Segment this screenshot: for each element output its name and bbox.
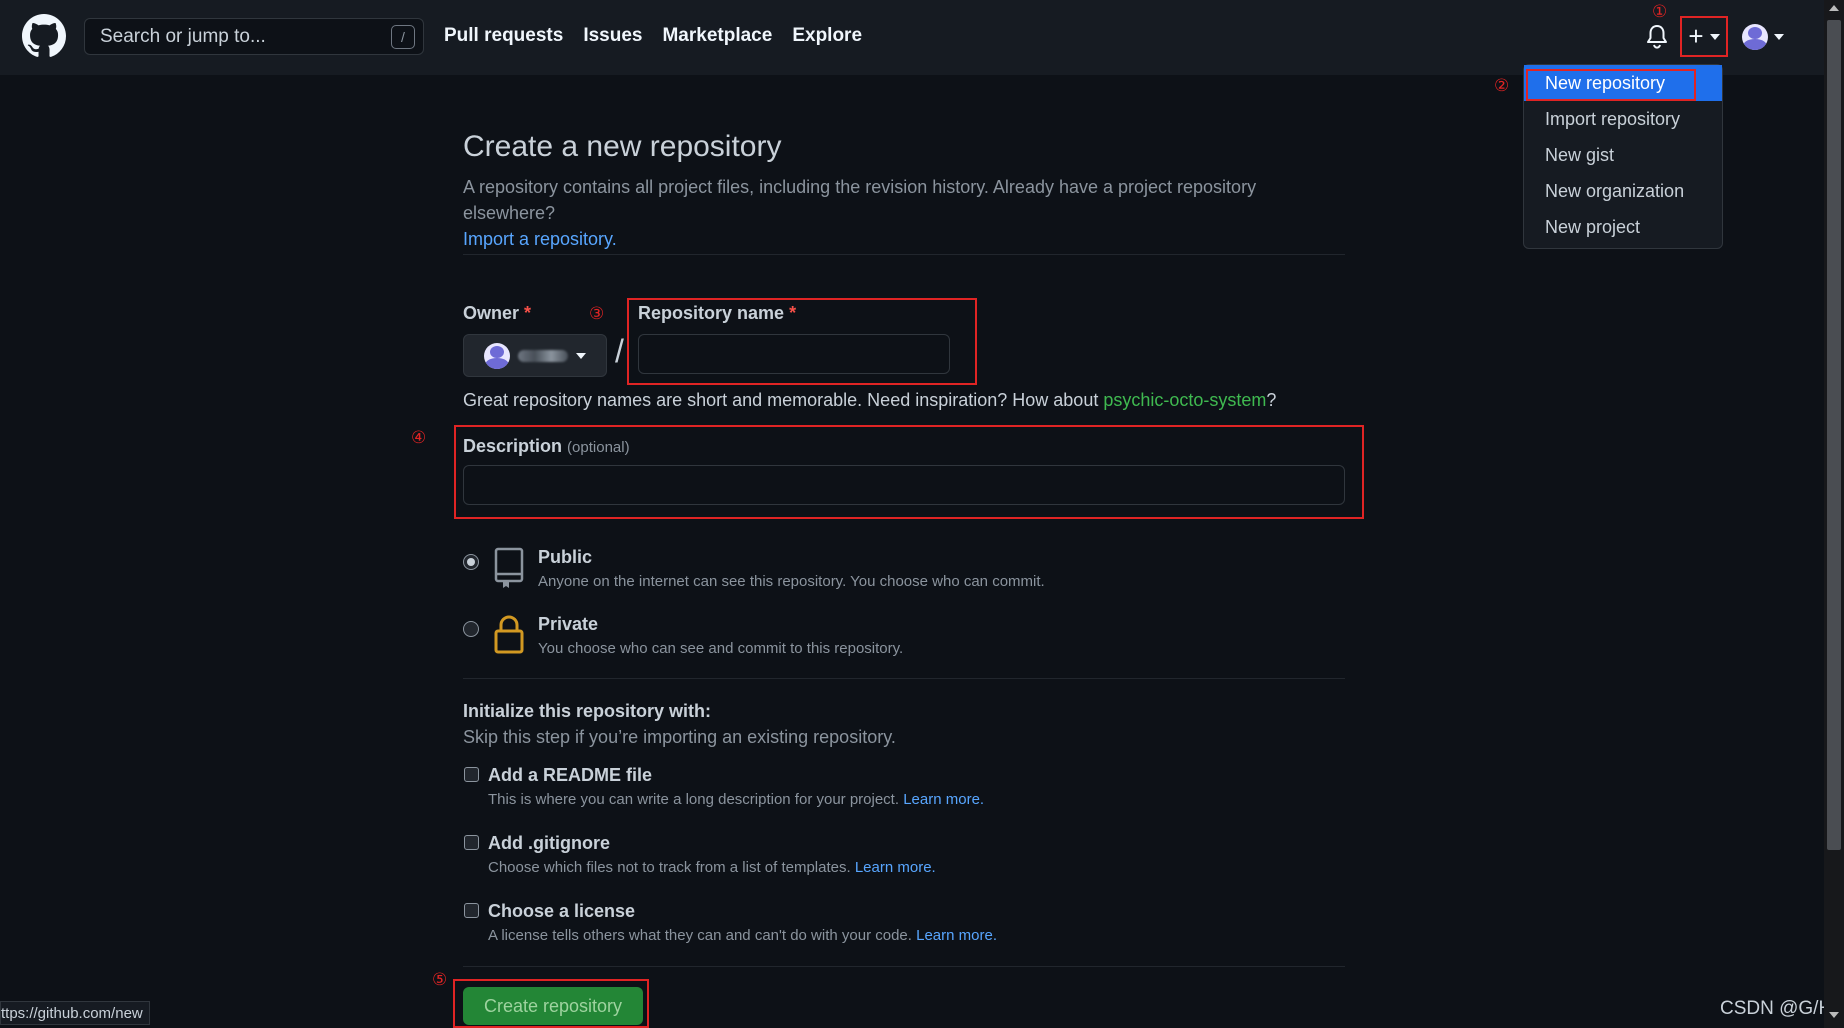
chevron-down-icon [1709,33,1720,40]
import-repository-link[interactable]: Import a repository. [463,229,617,249]
annotation-marker-2: ② [1494,76,1510,96]
annotation-highlight-box [1526,69,1696,101]
annotation-marker-1: ① [1652,2,1668,22]
license-desc: A license tells others what they can and… [488,927,997,944]
annotation-marker-5: ⑤ [432,970,448,990]
page-subtitle: A repository contains all project files,… [463,174,1345,252]
page-scrollbar[interactable] [1824,0,1844,1028]
avatar [1742,24,1768,50]
init-title: Initialize this repository with: [463,701,712,721]
menu-item-new-project[interactable]: New project [1524,209,1722,245]
license-learn-more-link[interactable]: Learn more. [916,927,997,944]
annotation-marker-3: ③ [589,304,605,324]
visibility-public-title: Public [538,547,593,567]
readme-desc: This is where you can write a long descr… [488,791,984,808]
menu-item-import-repository[interactable]: Import repository [1524,101,1722,137]
annotation-marker-4: ④ [411,428,427,448]
gitignore-title: Add .gitignore [488,833,610,853]
repo-icon [494,547,524,588]
nav-pull-requests[interactable]: Pull requests [444,25,563,47]
nav-explore[interactable]: Explore [792,25,862,47]
owner-repo-separator: / [615,333,624,369]
chevron-down-icon [1774,34,1784,40]
divider [463,678,1345,679]
owner-label: Owner * [463,303,531,324]
visibility-private-radio[interactable] [463,621,479,637]
owner-label-text: Owner [463,303,520,323]
nav-issues[interactable]: Issues [583,25,642,47]
menu-item-new-organization[interactable]: New organization [1524,173,1722,209]
notifications-bell-icon[interactable] [1645,24,1669,50]
divider [463,254,1345,255]
search-placeholder: Search or jump to... [100,25,266,47]
chevron-down-icon [576,352,586,359]
init-subtitle: Skip this step if you’re importing an ex… [463,727,896,747]
main-nav: Pull requests Issues Marketplace Explore [444,25,862,47]
visibility-private-title: Private [538,614,599,634]
owner-avatar [484,342,510,369]
visibility-private-desc: You choose who can see and commit to thi… [538,640,904,657]
license-title: Choose a license [488,901,636,921]
page-title: Create a new repository [463,130,782,163]
menu-item-new-gist[interactable]: New gist [1524,137,1722,173]
annotation-highlight-box [453,979,649,1028]
create-new-button[interactable]: + [1680,16,1728,57]
scroll-down-arrow-icon[interactable] [1829,1012,1839,1018]
scroll-up-arrow-icon[interactable] [1829,5,1839,11]
hint-suffix: ? [1266,390,1277,410]
lock-icon [494,615,524,654]
readme-title: Add a README file [488,765,653,785]
name-suggestion-link[interactable]: psychic-octo-system [1103,390,1266,410]
hint-text: Great repository names are short and mem… [463,390,1104,410]
annotation-highlight-box [627,298,977,385]
readme-desc-text: This is where you can write a long descr… [488,791,900,808]
gitignore-checkbox[interactable] [464,835,479,850]
nav-marketplace[interactable]: Marketplace [662,25,772,47]
visibility-public-desc: Anyone on the internet can see this repo… [538,573,1045,590]
plus-icon: + [1688,21,1704,51]
license-checkbox[interactable] [464,903,479,918]
license-desc-text: A license tells others what they can and… [488,927,912,944]
subtitle-text: A repository contains all project files,… [463,177,1257,223]
scrollbar-thumb[interactable] [1827,20,1841,850]
annotation-highlight-box [454,425,1364,519]
status-bar-url: ttps://github.com/new [0,1001,150,1025]
divider [463,966,1345,967]
gitignore-desc: Choose which files not to track from a l… [488,859,936,876]
owner-name-redacted [518,349,568,362]
owner-select[interactable] [463,334,607,377]
watermark: CSDN @G/H [1720,998,1833,1019]
user-menu-button[interactable] [1742,24,1784,50]
gitignore-learn-more-link[interactable]: Learn more. [855,859,936,876]
visibility-public-radio[interactable] [463,554,479,570]
main-content: Create a new repository A repository con… [463,130,1345,252]
gitignore-desc-text: Choose which files not to track from a l… [488,859,851,876]
search-shortcut-badge: / [391,25,415,49]
required-mark: * [524,303,532,323]
repo-name-hint: Great repository names are short and mem… [463,390,1276,411]
github-logo-icon[interactable] [22,14,66,58]
readme-checkbox[interactable] [464,767,479,782]
readme-learn-more-link[interactable]: Learn more. [903,791,984,808]
create-dropdown-menu: New repository Import repository New gis… [1523,64,1723,249]
search-input[interactable]: Search or jump to... / [84,18,424,55]
